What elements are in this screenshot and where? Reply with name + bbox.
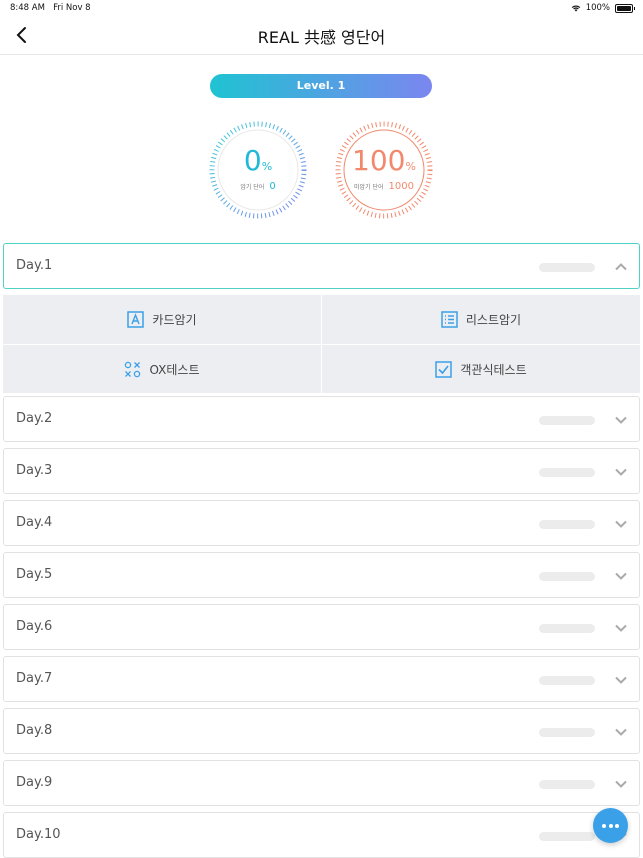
progress-bar (539, 263, 595, 272)
day-label: Day.3 (16, 463, 53, 478)
day-label: Day.5 (16, 567, 53, 582)
status-time: 8:48 AM Fri Nov 8 (10, 3, 91, 13)
choice-test-button[interactable]: 객관식테스트 (322, 345, 640, 394)
progress-bar (539, 832, 595, 841)
navigation-bar: REAL 共感 영단어 (0, 16, 643, 55)
ox-test-label: OX테스트 (149, 363, 200, 377)
day-label: Day.9 (16, 775, 53, 790)
unmemorized-count: 1000 (388, 181, 414, 192)
card-a-icon (127, 311, 145, 328)
day-label: Day.6 (16, 619, 53, 634)
day-label: Day.10 (16, 827, 61, 842)
progress-bar (539, 416, 595, 425)
progress-bar (539, 520, 595, 529)
day-label: Day.1 (16, 258, 53, 273)
memorized-gauge: 0% 암기 단어 0 (208, 120, 308, 220)
status-bar: 8:48 AM Fri Nov 8 100% (0, 0, 643, 16)
list-study-label: 리스트암기 (465, 313, 522, 327)
day-row-4[interactable]: Day.4 (3, 500, 640, 546)
card-study-button[interactable]: 카드암기 (3, 295, 321, 344)
status-right: 100% (571, 3, 635, 13)
ox-icon (125, 361, 141, 378)
day-row-1[interactable]: Day.1 (3, 243, 640, 289)
day-label: Day.8 (16, 723, 53, 738)
chevron-down-icon[interactable] (614, 621, 628, 635)
card-study-label: 카드암기 (152, 313, 197, 327)
chevron-down-icon[interactable] (614, 673, 628, 687)
unmemorized-percent: 100% (352, 144, 416, 177)
ox-test-button[interactable]: OX테스트 (3, 345, 321, 394)
day-row-10[interactable]: Day.10 (3, 812, 640, 858)
progress-bar (539, 676, 595, 685)
day-row-6[interactable]: Day.6 (3, 604, 640, 650)
battery-icon (615, 3, 635, 13)
day-row-9[interactable]: Day.9 (3, 760, 640, 806)
unmemorized-gauge: 100% 미암기 단어 1000 (334, 120, 434, 220)
battery-percent: 100% (585, 3, 610, 13)
progress-bar (539, 624, 595, 633)
day-row-5[interactable]: Day.5 (3, 552, 640, 598)
day-row-3[interactable]: Day.3 (3, 448, 640, 494)
progress-bar (539, 780, 595, 789)
memorized-percent: 0% (243, 144, 273, 177)
day-label: Day.7 (16, 671, 53, 686)
more-dots-icon (608, 824, 613, 828)
page-title: REAL 共感 영단어 (257, 28, 386, 47)
day-label: Day.4 (16, 515, 53, 530)
more-dots-icon (615, 824, 619, 828)
level-badge[interactable]: Level. 1 (210, 74, 432, 98)
chevron-down-icon[interactable] (614, 517, 628, 531)
checkbox-icon (435, 361, 453, 378)
chevron-up-icon[interactable] (614, 260, 628, 274)
choice-test-label: 객관식테스트 (460, 363, 527, 377)
memorized-caption: 암기 단어 0 (240, 181, 276, 192)
day-row-2[interactable]: Day.2 (3, 396, 640, 442)
chevron-down-icon[interactable] (614, 777, 628, 791)
more-dots-icon (602, 824, 606, 828)
chevron-down-icon[interactable] (614, 413, 628, 427)
list-icon (441, 311, 458, 328)
wifi-icon (571, 5, 580, 12)
chevron-down-icon[interactable] (614, 569, 628, 583)
study-options-panel: 카드암기 리스트암기 OX테스트 객관식테스트 (3, 295, 640, 393)
chevron-down-icon[interactable] (614, 725, 628, 739)
chevron-down-icon[interactable] (614, 465, 628, 479)
day-row-8[interactable]: Day.8 (3, 708, 640, 754)
more-button[interactable] (593, 808, 628, 843)
day-row-7[interactable]: Day.7 (3, 656, 640, 702)
memorized-count: 0 (269, 181, 276, 192)
progress-bar (539, 728, 595, 737)
list-study-button[interactable]: 리스트암기 (322, 295, 640, 344)
progress-bar (539, 468, 595, 477)
day-label: Day.2 (16, 411, 53, 426)
progress-bar (539, 572, 595, 581)
unmemorized-caption: 미암기 단어 1000 (354, 181, 414, 192)
